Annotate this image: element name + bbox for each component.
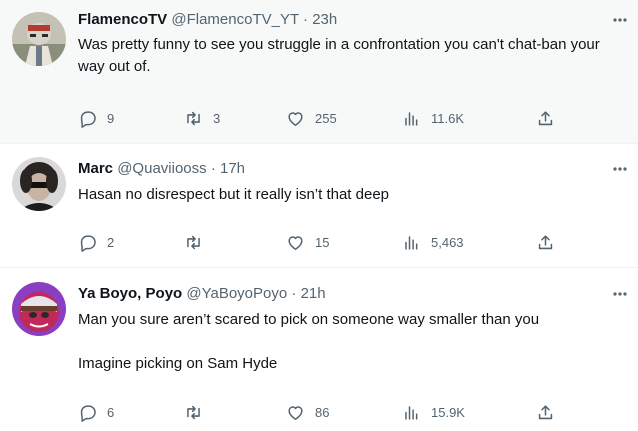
reply-button[interactable]: 9 [78,107,114,129]
tweet-paragraph: Was pretty funny to see you struggle in … [78,36,600,75]
like-button[interactable]: 15 [286,231,329,253]
reply-count: 9 [107,110,115,126]
like-button[interactable]: 86 [286,401,329,423]
retweet-icon [187,111,200,125]
share-icon [538,234,553,249]
user-handle[interactable]: @YaBoyoPoyo [186,285,287,302]
more-icon [613,292,627,296]
views-icon [405,235,418,250]
tweet-header: Marc @Quaviiooss · 17h [78,159,598,179]
reply-feed: FlamencoTV @FlamencoTV_YT · 23h Was pret… [0,0,638,431]
avatar-image [12,282,66,336]
tweet-header: FlamencoTV @FlamencoTV_YT · 23h [78,10,598,30]
reply-count: 2 [107,234,115,250]
views-button[interactable]: 5,463 [402,231,464,253]
views-count: 5,463 [431,234,464,250]
views-icon [405,111,418,126]
retweet-button[interactable] [184,401,213,423]
reply-icon [80,234,96,252]
tweet-text: Man you sure aren’t scared to pick on so… [78,309,624,375]
tweet-paragraph: Imagine picking on Sam Hyde [78,355,278,372]
avatar[interactable] [12,282,66,336]
like-icon [288,405,303,420]
more-button[interactable] [610,284,630,304]
separator: · [291,285,297,302]
views-count: 15.9K [431,404,465,420]
retweet-button[interactable]: 3 [184,107,220,129]
views-button[interactable]: 15.9K [402,401,465,423]
views-count: 11.6K [431,110,465,126]
timestamp[interactable]: 17h [220,160,245,177]
more-button[interactable] [610,159,630,179]
avatar-image [12,157,66,211]
timestamp[interactable]: 23h [312,11,337,28]
like-button[interactable]: 255 [286,107,337,129]
reply-button[interactable]: 2 [78,231,114,253]
more-button[interactable] [610,10,630,30]
share-button[interactable] [536,401,555,423]
reply-icon [80,404,96,422]
timestamp[interactable]: 21h [301,285,326,302]
tweet-actions: 9 3 255 11.6K [0,107,638,129]
reply-count: 6 [107,404,115,420]
user-handle[interactable]: @FlamencoTV_YT [171,11,299,28]
like-icon [288,235,303,250]
avatar[interactable] [12,12,66,66]
share-icon [538,404,553,419]
like-count: 15 [315,234,330,250]
reply-button[interactable]: 6 [78,401,114,423]
tweet-text: Was pretty funny to see you struggle in … [78,34,624,78]
avatar-image [12,12,66,66]
like-icon [288,111,303,126]
more-icon [613,167,627,171]
separator: · [210,160,216,177]
display-name[interactable]: FlamencoTV [78,11,167,28]
tweet-paragraph: Hasan no disrespect but it really isn’t … [78,186,390,203]
tweet-actions: 6 86 15.9K [0,401,638,423]
tweet-paragraph: Man you sure aren’t scared to pick on so… [78,311,540,328]
tweet-marc[interactable]: Marc @Quaviiooss · 17h Hasan no disrespe… [0,144,638,268]
user-handle[interactable]: @Quaviiooss [117,160,206,177]
like-count: 86 [315,404,330,420]
views-button[interactable]: 11.6K [402,107,464,129]
more-icon [613,18,627,22]
tweet-yaboyopoyo[interactable]: Ya Boyo, Poyo @YaBoyoPoyo · 21h Man you … [0,268,638,431]
tweet-text: Hasan no disrespect but it really isn’t … [78,184,624,206]
avatar[interactable] [12,157,66,211]
retweet-icon [187,235,200,249]
like-count: 255 [315,110,337,126]
retweet-count: 3 [213,110,221,126]
retweet-icon [187,405,200,419]
tweet-actions: 2 15 5,463 [0,231,638,253]
separator: · [303,11,309,28]
share-button[interactable] [536,231,555,253]
tweet-header: Ya Boyo, Poyo @YaBoyoPoyo · 21h [78,284,598,304]
tweet-flamencotv[interactable]: FlamencoTV @FlamencoTV_YT · 23h Was pret… [0,0,638,144]
share-button[interactable] [536,107,555,129]
views-icon [405,405,418,420]
share-icon [538,110,553,125]
display-name[interactable]: Marc [78,160,113,177]
retweet-button[interactable] [184,231,213,253]
display-name[interactable]: Ya Boyo, Poyo [78,285,182,302]
reply-icon [80,110,96,128]
